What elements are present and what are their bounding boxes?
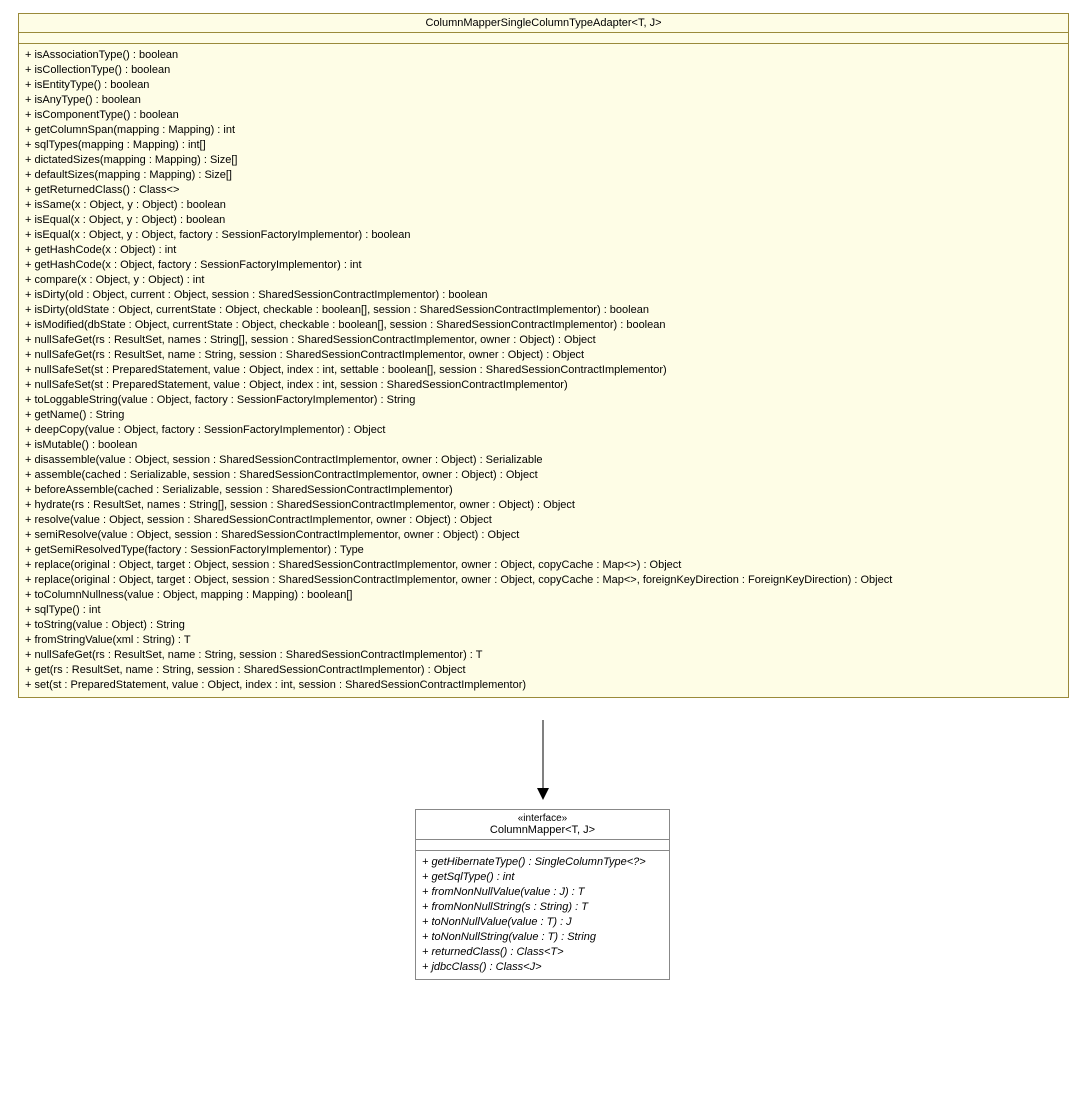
method-line: + replace(original : Object, target : Ob…	[25, 573, 1062, 588]
method-line: + assemble(cached : Serializable, sessio…	[25, 468, 1062, 483]
method-line: + toString(value : Object) : String	[25, 618, 1062, 633]
method-line: + isMutable() : boolean	[25, 438, 1062, 453]
method-line: + toNonNullValue(value : T) : J	[422, 915, 663, 930]
method-line: + compare(x : Object, y : Object) : int	[25, 273, 1062, 288]
method-line: + isEntityType() : boolean	[25, 78, 1062, 93]
method-line: + isDirty(oldState : Object, currentStat…	[25, 303, 1062, 318]
method-line: + isAssociationType() : boolean	[25, 48, 1062, 63]
method-line: + disassemble(value : Object, session : …	[25, 453, 1062, 468]
interface-title: ColumnMapper<T, J>	[420, 824, 665, 836]
method-line: + deepCopy(value : Object, factory : Ses…	[25, 423, 1062, 438]
method-line: + isEqual(x : Object, y : Object, factor…	[25, 228, 1062, 243]
class-title: ColumnMapperSingleColumnTypeAdapter<T, J…	[425, 17, 661, 29]
method-line: + getName() : String	[25, 408, 1062, 423]
method-line: + isCollectionType() : boolean	[25, 63, 1062, 78]
method-line: + getColumnSpan(mapping : Mapping) : int	[25, 123, 1062, 138]
method-line: + dictatedSizes(mapping : Mapping) : Siz…	[25, 153, 1062, 168]
method-line: + toLoggableString(value : Object, facto…	[25, 393, 1062, 408]
method-line: + isAnyType() : boolean	[25, 93, 1062, 108]
method-line: + nullSafeGet(rs : ResultSet, names : St…	[25, 333, 1062, 348]
interface-methods-section: + getHibernateType() : SingleColumnType<…	[416, 851, 669, 979]
uml-interface-box: «interface» ColumnMapper<T, J> + getHibe…	[415, 809, 670, 980]
class-attributes-empty	[19, 33, 1068, 44]
method-line: + get(rs : ResultSet, name : String, ses…	[25, 663, 1062, 678]
method-line: + beforeAssemble(cached : Serializable, …	[25, 483, 1062, 498]
method-line: + nullSafeGet(rs : ResultSet, name : Str…	[25, 348, 1062, 363]
method-line: + fromNonNullValue(value : J) : T	[422, 885, 663, 900]
method-line: + defaultSizes(mapping : Mapping) : Size…	[25, 168, 1062, 183]
method-line: + isDirty(old : Object, current : Object…	[25, 288, 1062, 303]
method-line: + returnedClass() : Class<T>	[422, 945, 663, 960]
method-line: + set(st : PreparedStatement, value : Ob…	[25, 678, 1062, 693]
method-line: + isComponentType() : boolean	[25, 108, 1062, 123]
method-line: + getSemiResolvedType(factory : SessionF…	[25, 543, 1062, 558]
uml-class-box: ColumnMapperSingleColumnTypeAdapter<T, J…	[18, 13, 1069, 698]
method-line: + nullSafeSet(st : PreparedStatement, va…	[25, 363, 1062, 378]
method-line: + toColumnNullness(value : Object, mappi…	[25, 588, 1062, 603]
method-line: + hydrate(rs : ResultSet, names : String…	[25, 498, 1062, 513]
method-line: + fromNonNullString(s : String) : T	[422, 900, 663, 915]
method-line: + getReturnedClass() : Class<>	[25, 183, 1062, 198]
method-line: + getSqlType() : int	[422, 870, 663, 885]
interface-attributes-empty	[416, 840, 669, 851]
method-line: + sqlType() : int	[25, 603, 1062, 618]
method-line: + nullSafeSet(st : PreparedStatement, va…	[25, 378, 1062, 393]
method-line: + fromStringValue(xml : String) : T	[25, 633, 1062, 648]
method-line: + jdbcClass() : Class<J>	[422, 960, 663, 975]
method-line: + isModified(dbState : Object, currentSt…	[25, 318, 1062, 333]
interface-stereotype: «interface»	[420, 813, 665, 824]
method-line: + resolve(value : Object, session : Shar…	[25, 513, 1062, 528]
method-line: + isEqual(x : Object, y : Object) : bool…	[25, 213, 1062, 228]
method-line: + getHibernateType() : SingleColumnType<…	[422, 855, 663, 870]
class-title-section: ColumnMapperSingleColumnTypeAdapter<T, J…	[19, 14, 1068, 33]
method-line: + sqlTypes(mapping : Mapping) : int[]	[25, 138, 1062, 153]
method-line: + toNonNullString(value : T) : String	[422, 930, 663, 945]
method-line: + semiResolve(value : Object, session : …	[25, 528, 1062, 543]
method-line: + nullSafeGet(rs : ResultSet, name : Str…	[25, 648, 1062, 663]
method-line: + isSame(x : Object, y : Object) : boole…	[25, 198, 1062, 213]
method-line: + getHashCode(x : Object) : int	[25, 243, 1062, 258]
method-line: + replace(original : Object, target : Ob…	[25, 558, 1062, 573]
method-line: + getHashCode(x : Object, factory : Sess…	[25, 258, 1062, 273]
interface-title-section: «interface» ColumnMapper<T, J>	[416, 810, 669, 840]
class-methods-section: + isAssociationType() : boolean+ isColle…	[19, 44, 1068, 697]
dependency-connector	[532, 720, 554, 810]
